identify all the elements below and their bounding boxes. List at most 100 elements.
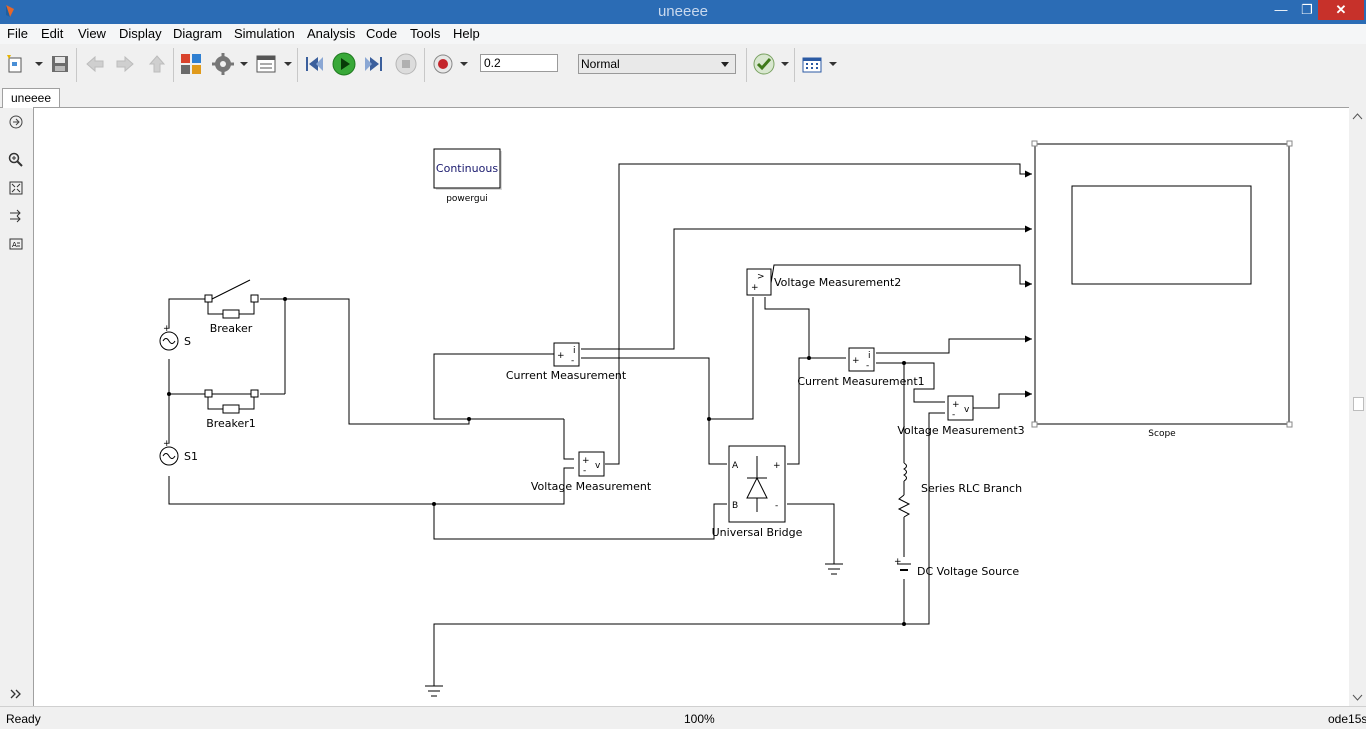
voltage-measurement2-label: Voltage Measurement2 xyxy=(774,276,901,289)
cm-plus-port: + xyxy=(557,351,565,361)
title-bar: uneeee — ❐ ✕ xyxy=(0,0,1366,24)
scope-block[interactable]: Scope xyxy=(1031,140,1293,439)
new-model-icon xyxy=(7,55,22,73)
model-explorer-dropdown[interactable] xyxy=(284,62,292,66)
toolbar-separator xyxy=(76,48,77,82)
powergui-block[interactable]: Continuous powergui xyxy=(433,148,502,204)
close-button[interactable]: ✕ xyxy=(1318,0,1364,20)
status-bar: Ready 100% ode15s xyxy=(0,706,1366,729)
menu-analysis[interactable]: Analysis xyxy=(307,26,355,41)
minimize-button[interactable]: — xyxy=(1268,0,1294,20)
series-rlc-block[interactable] xyxy=(897,456,911,521)
scrollbar-thumb[interactable] xyxy=(1353,397,1364,411)
tab-strip: uneeee xyxy=(0,86,1366,109)
left-palette: A xyxy=(0,108,32,706)
cm1-plus-port: + xyxy=(852,356,860,366)
menu-edit[interactable]: Edit xyxy=(41,26,63,41)
expand-palette-button[interactable] xyxy=(6,684,26,704)
chevron-double-right-icon xyxy=(10,689,21,699)
model-advisor-button[interactable] xyxy=(752,52,776,76)
simulation-mode-select[interactable]: Normal xyxy=(578,54,736,74)
dc-voltage-source-label: DC Voltage Source xyxy=(917,565,1019,578)
menu-code[interactable]: Code xyxy=(366,26,397,41)
vertical-scrollbar[interactable] xyxy=(1349,107,1366,706)
record-dropdown[interactable] xyxy=(460,62,468,66)
stop-button[interactable] xyxy=(394,52,418,76)
annotation-button[interactable]: A xyxy=(6,234,26,254)
record-button[interactable] xyxy=(431,52,455,76)
step-back-icon xyxy=(306,57,323,71)
source-s-label: S xyxy=(184,335,191,348)
ground-block[interactable] xyxy=(425,673,443,697)
stop-time-input[interactable] xyxy=(480,54,558,72)
powergui-label: powergui xyxy=(446,194,488,204)
voltage-measurement2-block[interactable]: > + Voltage Measurement2 xyxy=(746,268,901,296)
svg-text:+: + xyxy=(894,557,902,567)
model-canvas[interactable]: Continuous powergui Breaker Breaker1 + S… xyxy=(33,107,1351,707)
menu-file[interactable]: File xyxy=(7,26,28,41)
model-explorer-button[interactable] xyxy=(254,52,278,76)
menu-simulation[interactable]: Simulation xyxy=(234,26,295,41)
dc-voltage-source-block[interactable]: + xyxy=(894,557,911,571)
up-button[interactable] xyxy=(145,52,169,76)
forward-button[interactable] xyxy=(113,52,137,76)
svg-text:>: > xyxy=(757,272,765,282)
source-s1-label: S1 xyxy=(184,450,198,463)
series-rlc-label: Series RLC Branch xyxy=(921,482,1022,495)
breaker-block[interactable]: Breaker xyxy=(204,279,259,335)
svg-text:A: A xyxy=(12,241,17,249)
ac-source-s-block[interactable]: + S xyxy=(159,324,191,351)
vm3-plus-port: + xyxy=(952,400,960,410)
route-lines-button[interactable] xyxy=(6,206,26,226)
voltage-measurement-block[interactable]: + - v Voltage Measurement xyxy=(531,451,652,493)
toolbar-separator xyxy=(424,48,425,82)
solver-name[interactable]: ode15s xyxy=(1328,712,1366,726)
model-advisor-dropdown[interactable] xyxy=(781,62,789,66)
model-config-button[interactable] xyxy=(211,52,235,76)
library-browser-button[interactable] xyxy=(179,52,203,76)
hide-show-explorer-button[interactable] xyxy=(6,112,26,132)
maximize-button[interactable]: ❐ xyxy=(1294,0,1320,20)
svg-text:+: + xyxy=(163,439,171,449)
run-button[interactable] xyxy=(332,52,356,76)
zoom-button[interactable] xyxy=(6,150,26,170)
configure-view-dropdown[interactable] xyxy=(829,62,837,66)
svg-text:+: + xyxy=(163,324,171,334)
toolbar: Normal xyxy=(0,44,1366,87)
ground-block[interactable] xyxy=(825,554,843,575)
step-forward-button[interactable] xyxy=(362,52,386,76)
vm3-minus-port: - xyxy=(952,410,955,420)
new-model-button[interactable] xyxy=(4,52,28,76)
grid-calendar-icon xyxy=(802,57,822,73)
menu-display[interactable]: Display xyxy=(119,26,162,41)
model-config-dropdown[interactable] xyxy=(240,62,248,66)
zoom-icon xyxy=(8,152,23,167)
tab-model[interactable]: uneeee xyxy=(2,88,60,109)
vm3-v-port: v xyxy=(964,405,970,415)
toolbar-separator xyxy=(746,48,747,82)
save-button[interactable] xyxy=(48,52,72,76)
ac-source-s1-block[interactable]: + S1 xyxy=(159,439,198,466)
menu-tools[interactable]: Tools xyxy=(410,26,440,41)
voltage-measurement3-label: Voltage Measurement3 xyxy=(897,424,1024,437)
record-icon xyxy=(433,54,453,74)
cm-minus-port: - xyxy=(571,356,574,366)
new-model-dropdown[interactable] xyxy=(35,62,43,66)
breaker1-block[interactable]: Breaker1 xyxy=(204,389,259,430)
menu-help[interactable]: Help xyxy=(453,26,480,41)
block-diagram: Continuous powergui Breaker Breaker1 + S… xyxy=(159,140,1293,697)
back-button[interactable] xyxy=(83,52,107,76)
step-back-button[interactable] xyxy=(302,52,326,76)
configure-view-button[interactable] xyxy=(800,52,824,76)
menu-diagram[interactable]: Diagram xyxy=(173,26,222,41)
menu-view[interactable]: View xyxy=(78,26,106,41)
current-measurement1-block[interactable]: + i - Current Measurement1 xyxy=(797,347,925,388)
toolbar-separator xyxy=(794,48,795,82)
fit-to-view-button[interactable] xyxy=(6,178,26,198)
vm-minus-port: - xyxy=(583,466,586,476)
library-browser-icon xyxy=(181,54,201,74)
simulation-mode-value: Normal xyxy=(581,57,620,71)
universal-bridge-block[interactable]: A B + - Universal Bridge xyxy=(712,445,803,539)
stop-icon xyxy=(395,53,417,75)
toolbar-separator xyxy=(173,48,174,82)
